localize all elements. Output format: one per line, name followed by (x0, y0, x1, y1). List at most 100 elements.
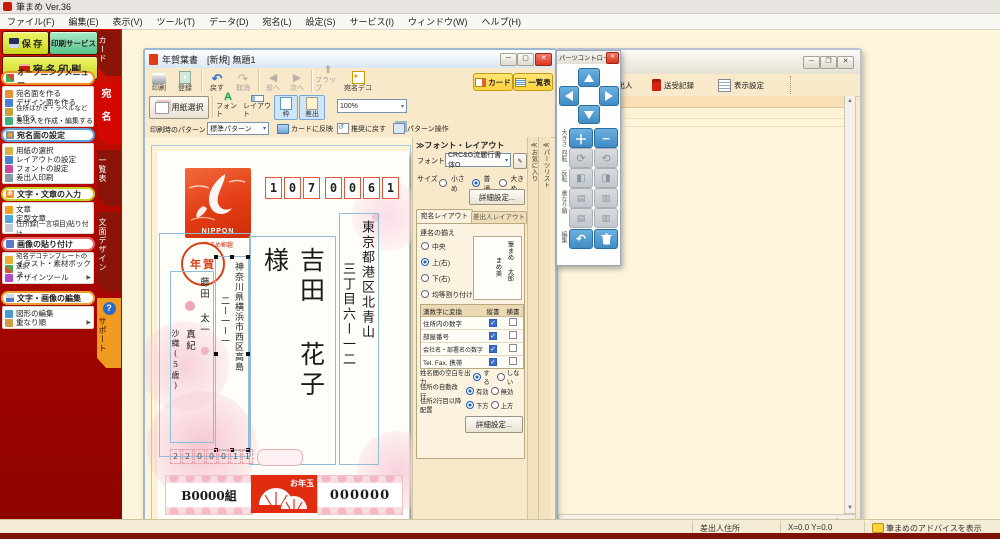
sender-address-frame-selected[interactable]: 神奈川県横浜市西区高島 二ー一ー一 (214, 255, 250, 452)
parts-list-strip[interactable]: ≪パーツリスト (538, 137, 551, 528)
atena-deco-button[interactable]: ✦ 宛名デコ (343, 69, 373, 93)
scroll-up-icon[interactable]: ▲ (845, 96, 855, 106)
checkbox-unchecked[interactable] (509, 318, 517, 326)
bring-forward-button[interactable]: ▤ (569, 208, 593, 228)
checkbox-checked[interactable]: ✓ (489, 332, 497, 340)
card-canvas[interactable]: NIPPON 筆まめ郵趣 1 0 7 0 0 6 1 年賀 吉田 花子 様 東京… (145, 137, 412, 528)
minimize-button[interactable]: ─ (500, 53, 517, 66)
register-button[interactable]: 登録 (173, 69, 197, 93)
bring-front-button[interactable]: ▤ (569, 188, 593, 208)
section-opening-menu[interactable]: オープニングメニュー (1, 68, 95, 88)
sender-postal-box[interactable]: 0 (218, 449, 229, 464)
sidebar-item-address-paste[interactable]: 住所録(一言項目)貼り付け (5, 221, 93, 238)
menu-settings[interactable]: 設定(S) (299, 15, 343, 28)
flip-horizontal-button[interactable]: ◧ (569, 168, 593, 188)
menu-data[interactable]: データ(D) (202, 15, 256, 28)
radio-opt1-yes-selected[interactable] (473, 373, 482, 381)
menu-window[interactable]: ウィンドウ(W) (401, 15, 475, 28)
next-button[interactable]: ▶ 次へ (286, 69, 308, 93)
rotate-cw-button[interactable]: ⟳ (569, 148, 593, 168)
tab-design[interactable]: 文面デザイン (97, 212, 121, 292)
selection-handle[interactable] (246, 255, 250, 259)
sidebar-item-z-order[interactable]: 重なり順 ▶ (5, 318, 93, 327)
pattern-select[interactable]: 標準パターン ▾ (207, 122, 269, 135)
sender-postal-box[interactable]: 0 (206, 449, 217, 464)
paper-select-button[interactable]: 用紙選択 (149, 96, 209, 119)
radio-size-large[interactable] (498, 179, 507, 187)
tab-card[interactable]: カード (97, 30, 121, 76)
sender-postal-box[interactable]: 0 (194, 449, 205, 464)
radio-opt2-off[interactable] (490, 387, 499, 395)
close-icon[interactable]: ✕ (606, 52, 619, 64)
selection-handle[interactable] (214, 255, 218, 259)
undo-button[interactable]: ↶ 戻す (205, 69, 229, 93)
restore-recommended-button[interactable]: ↺ 推奨に戻す (337, 122, 386, 135)
checkbox-checked[interactable]: ✓ (489, 319, 497, 327)
radio-renmei-center[interactable] (421, 242, 429, 250)
radio-opt2-on-selected[interactable] (466, 387, 474, 395)
flap-button[interactable]: ⬆ フラップ (315, 65, 341, 93)
send-backward-button[interactable]: ▥ (594, 208, 618, 228)
minimize-button[interactable]: ─ (803, 56, 820, 69)
font-select[interactable]: CRC&G流麗行書体O ▾ (445, 152, 511, 169)
restore-button[interactable]: ❐ (820, 56, 837, 69)
radio-opt1-no[interactable] (496, 373, 505, 381)
checkbox-checked[interactable]: ✓ (489, 345, 497, 353)
scroll-down-icon[interactable]: ▼ (845, 503, 855, 513)
send-receive-record-button[interactable]: 送受記録 (652, 77, 694, 93)
postcard-preview[interactable]: NIPPON 筆まめ郵趣 1 0 7 0 0 6 1 年賀 吉田 花子 様 東京… (145, 151, 412, 521)
send-back-button[interactable]: ▥ (594, 188, 618, 208)
recipient-name-frame[interactable]: 吉田 花子 様 (249, 236, 336, 465)
menu-help[interactable]: ヘルプ(H) (475, 15, 529, 28)
prev-button[interactable]: ◀ 前へ (262, 69, 284, 93)
menu-view[interactable]: 表示(V) (106, 15, 150, 28)
postal-digit-box[interactable]: 6 (363, 177, 380, 199)
checkbox-unchecked[interactable] (509, 331, 517, 339)
postal-digit-box[interactable]: 0 (284, 177, 301, 199)
menu-service[interactable]: サービス(I) (343, 15, 402, 28)
print-button[interactable]: 印刷 (147, 69, 171, 93)
layout-button[interactable]: レイアウト (243, 95, 271, 119)
view-card-button[interactable]: カード (473, 73, 513, 91)
postal-digit-box[interactable]: 1 (382, 177, 399, 199)
delete-button[interactable] (594, 229, 618, 249)
pattern-operation-button[interactable]: パターン操作 (393, 122, 449, 135)
checkbox-unchecked[interactable] (509, 357, 517, 365)
size-increase-button[interactable]: ＋ (569, 128, 593, 148)
save-button[interactable]: 保 存 (2, 31, 49, 55)
radio-size-normal-selected[interactable] (471, 179, 480, 187)
flip-vertical-button[interactable]: ◨ (594, 168, 618, 188)
move-right-button[interactable] (599, 86, 619, 106)
favorites-strip[interactable]: ≪お気に入り (527, 137, 538, 528)
view-list-button[interactable]: 一覧表 (513, 73, 553, 91)
undo-button[interactable]: ↶ (569, 229, 593, 249)
selection-handle[interactable] (214, 351, 218, 356)
menu-edit[interactable]: 編集(E) (62, 15, 106, 28)
maximize-button[interactable]: ▢ (517, 53, 534, 66)
tab-support[interactable]: ? サポート (97, 298, 121, 368)
stamp[interactable]: NIPPON (185, 168, 251, 238)
vertical-scrollbar[interactable]: ▲ ▼ (844, 96, 856, 514)
recipient-address-frame[interactable]: 東京都港区北青山 三丁目六ー一二 (339, 213, 379, 465)
close-button[interactable]: ✕ (535, 53, 552, 66)
section-text-input[interactable]: あ 文字・文章の入力 (1, 187, 95, 201)
section-edit[interactable]: 文字・画像の編集 (1, 291, 95, 305)
selection-handle[interactable] (246, 351, 250, 356)
postal-digit-box[interactable]: 1 (265, 177, 282, 199)
sidebar-item-sender-print[interactable]: 差出人印刷 (5, 173, 93, 182)
radio-renmei-even[interactable] (421, 290, 429, 298)
menu-atena[interactable]: 宛名(L) (256, 15, 299, 28)
tab-atena-layout-active[interactable]: 宛名レイアウト (416, 209, 473, 224)
radio-size-small[interactable] (439, 179, 447, 187)
zoom-select[interactable]: 100% ▾ (337, 99, 407, 113)
menu-file[interactable]: ファイル(F) (0, 15, 62, 28)
checkbox-checked[interactable]: ✓ (489, 358, 497, 366)
checkbox-unchecked[interactable] (509, 344, 517, 352)
move-up-button[interactable] (578, 68, 600, 87)
tab-atena-active[interactable]: 宛 名 (97, 82, 122, 144)
display-settings-button[interactable]: 表示設定 (718, 77, 764, 93)
postal-digit-box[interactable]: 0 (325, 177, 342, 199)
tab-list[interactable]: 一覧表 (97, 150, 121, 206)
close-button[interactable]: ✕ (837, 56, 854, 69)
sender-button-active[interactable]: 差出 (299, 95, 325, 120)
